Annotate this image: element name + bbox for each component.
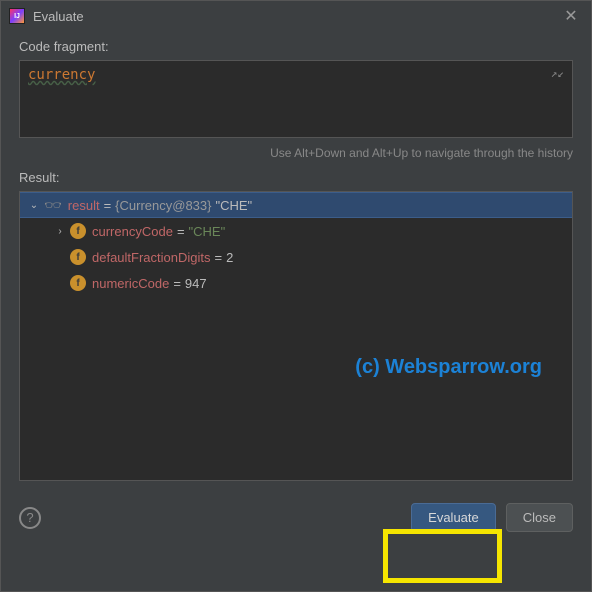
field-value: 2 [226,250,233,265]
intellij-icon [9,8,25,24]
window-title: Evaluate [33,9,559,24]
code-fragment-input[interactable]: currency ↗↙ [19,60,573,138]
field-name: numericCode [92,276,169,291]
history-hint: Use Alt+Down and Alt+Up to navigate thro… [19,146,573,160]
field-row[interactable]: › f currencyCode = "CHE" [20,218,572,244]
evaluate-button[interactable]: Evaluate [411,503,496,532]
button-row: ? Evaluate Close [1,489,591,542]
chevron-down-icon[interactable]: ⌄ [26,200,42,211]
glasses-icon: 👓︎ [44,197,62,214]
close-button[interactable]: Close [506,503,573,532]
field-icon: f [70,275,86,291]
field-icon: f [70,223,86,239]
chevron-right-icon[interactable]: › [52,226,68,237]
root-value: "CHE" [215,198,252,213]
help-button[interactable]: ? [19,507,41,529]
field-value: 947 [185,276,207,291]
watermark: (c) Websparrow.org [355,356,542,379]
code-fragment-label: Code fragment: [19,39,573,54]
field-name: defaultFractionDigits [92,250,211,265]
root-var-name: result [68,198,100,213]
result-panel: ⌄ 👓︎ result = {Currency@833} "CHE" › f c… [19,191,573,481]
field-name: currencyCode [92,224,173,239]
root-type: {Currency@833} [115,198,211,213]
field-row[interactable]: f defaultFractionDigits = 2 [20,244,572,270]
result-label: Result: [19,170,573,185]
code-text: currency [28,67,95,83]
field-icon: f [70,249,86,265]
close-icon[interactable]: ✕ [559,6,583,26]
field-value: "CHE" [189,224,226,239]
title-bar: Evaluate ✕ [1,1,591,31]
expand-icon[interactable]: ↗↙ [551,67,564,80]
field-row[interactable]: f numericCode = 947 [20,270,572,296]
result-root-row[interactable]: ⌄ 👓︎ result = {Currency@833} "CHE" [20,192,572,218]
